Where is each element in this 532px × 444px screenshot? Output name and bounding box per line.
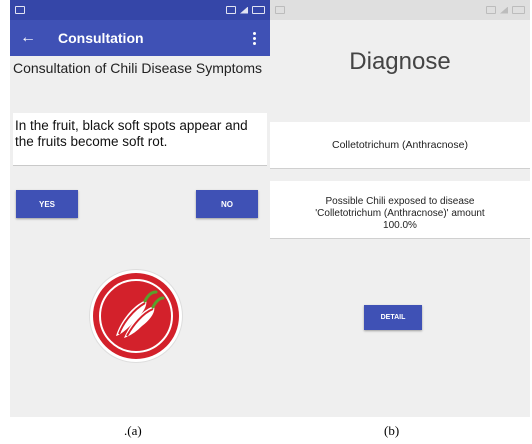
diagnose-screen: Diagnose Colletotrichum (Anthracnose) Po… [270,0,530,417]
back-arrow-icon[interactable]: ← [20,30,44,46]
overflow-menu-icon[interactable] [249,28,260,49]
consultation-screen: ← Consultation Consultation of Chili Dis… [10,0,270,417]
signal-icon [240,6,248,14]
yes-button[interactable]: YES [16,190,78,218]
app-bar-title: Consultation [58,30,144,46]
caption-a: .(a) [124,423,142,438]
notification-icon [15,6,25,14]
no-button[interactable]: NO [196,190,258,218]
probability-value: 100.0% [383,220,417,231]
phone-icon [486,6,496,14]
notification-icon [275,6,285,14]
page-title: Consultation of Chili Disease Symptoms [13,60,262,76]
page-title: Diagnose [349,48,451,75]
detail-button[interactable]: DETAIL [364,305,422,330]
chili-logo-icon [90,270,182,362]
battery-icon [252,6,265,14]
status-bar [10,0,270,20]
question-card: In the fruit, black soft spots appear an… [13,113,267,166]
probability-card: Possible Chili exposed to disease 'Colle… [270,181,530,239]
diagnosis-result-card: Colletotrichum (Anthracnose) [270,122,530,169]
disease-name: Colletotrichum (Anthracnose) [332,139,468,151]
app-bar: ← Consultation [10,20,270,56]
status-bar [270,0,530,20]
signal-icon [500,6,508,14]
probability-line-1: Possible Chili exposed to disease [325,196,475,207]
battery-icon [512,6,525,14]
phone-icon [226,6,236,14]
caption-b: (b) [384,423,400,438]
question-text: In the fruit, black soft spots appear an… [15,118,248,149]
probability-line-2: 'Colletotrichum (Anthracnose)' amount [315,208,485,219]
